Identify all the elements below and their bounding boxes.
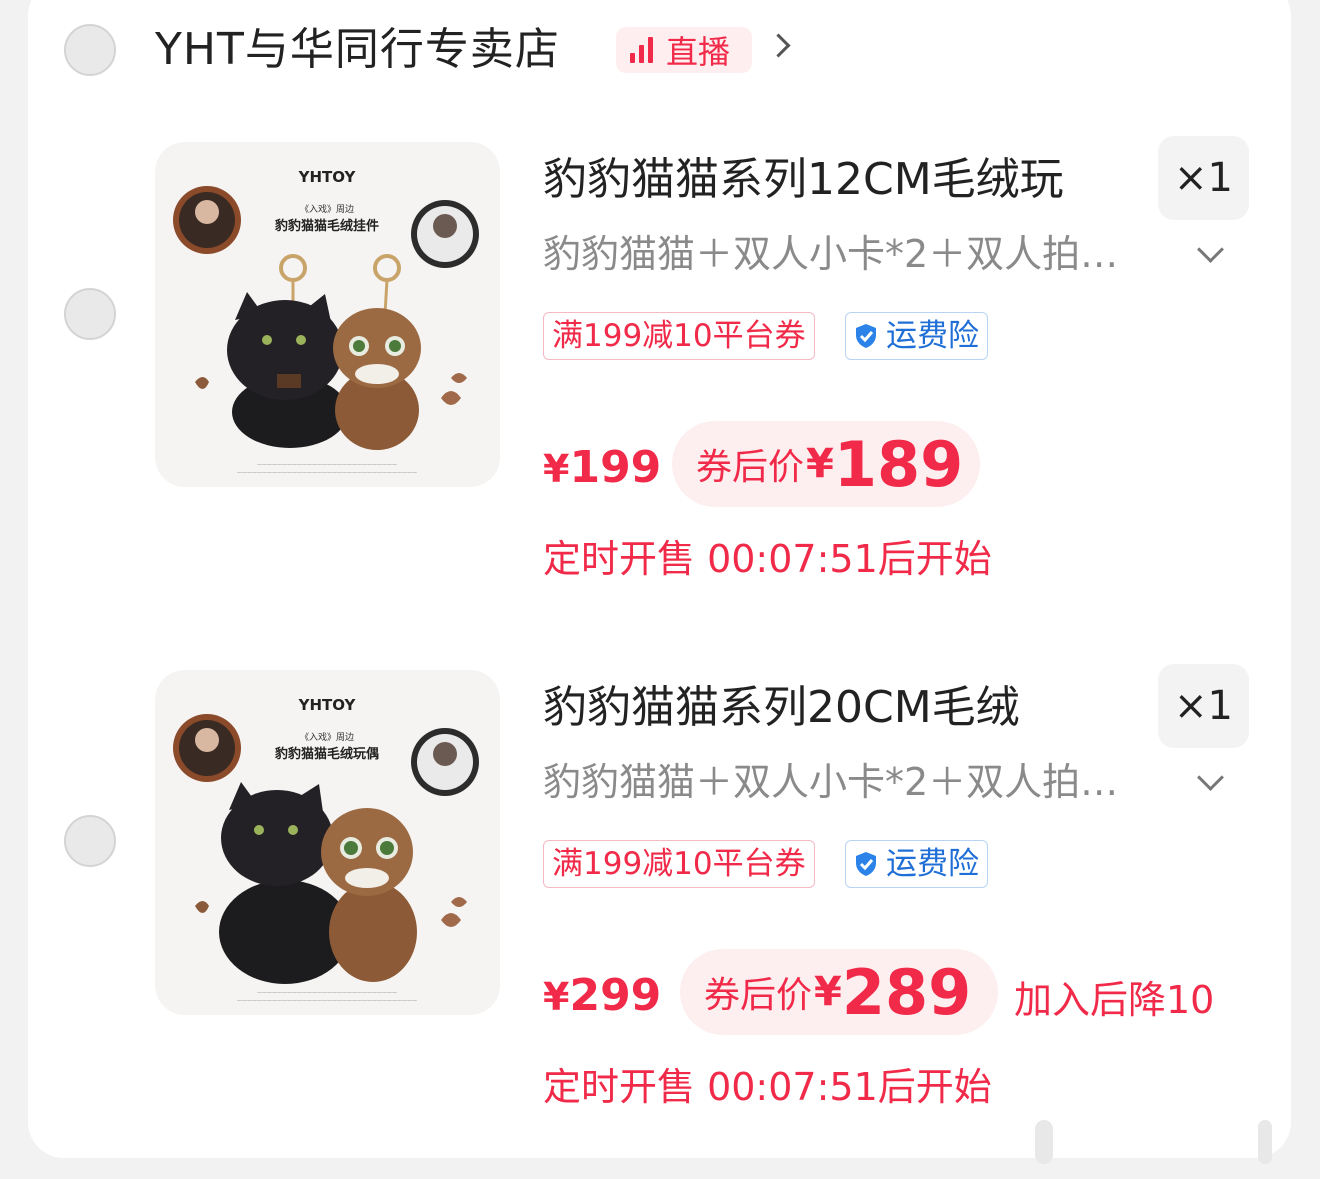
- item-select-radio[interactable]: [64, 288, 116, 340]
- shield-check-icon: [856, 324, 876, 348]
- svg-text:——————————————————————————————: ————————————————————————————————————: [237, 998, 417, 1004]
- thumb-brand: YHTOY: [298, 696, 357, 714]
- svg-text:——————————————————————————————: ————————————————————————————————————: [237, 470, 417, 476]
- quantity-stepper[interactable]: ×1: [1158, 664, 1249, 748]
- after-coupon-price-badge: 券后价 ¥ 189: [672, 421, 980, 507]
- store-name[interactable]: YHT与华同行专卖店: [155, 22, 560, 78]
- sale-timer: 定时开售 00:07:51后开始: [543, 537, 992, 581]
- item-price: ¥299: [543, 970, 662, 1021]
- live-label: 直播: [666, 33, 731, 71]
- scroll-indicator: [1258, 1120, 1272, 1164]
- item-select-radio[interactable]: [64, 815, 116, 867]
- item-title[interactable]: 豹豹猫猫系列12CM毛绒玩: [543, 152, 1064, 208]
- thumb-line2: 豹豹猫猫毛绒挂件: [274, 218, 379, 234]
- thumb-brand: YHTOY: [298, 168, 357, 186]
- shipping-insurance-label: 运费险: [886, 846, 979, 882]
- svg-text:————————————————————————————: ————————————————————————————: [257, 462, 397, 468]
- shipping-insurance-tag: 运费险: [845, 840, 988, 888]
- store-select-radio[interactable]: [64, 24, 116, 76]
- after-coupon-price: 189: [833, 427, 964, 501]
- variant-selector[interactable]: 豹豹猫猫＋双人小卡*2＋双人拍…: [543, 229, 1118, 279]
- scroll-indicator: [1035, 1120, 1053, 1164]
- coupon-tag: 满199减10平台券: [543, 840, 815, 888]
- live-badge[interactable]: 直播: [616, 27, 752, 73]
- price-drop-note: 加入后降10: [1014, 978, 1215, 1022]
- after-coupon-price: 289: [841, 955, 972, 1029]
- item-price: ¥199: [543, 442, 662, 493]
- variant-selector[interactable]: 豹豹猫猫＋双人小卡*2＋双人拍…: [543, 757, 1118, 807]
- shipping-insurance-tag: 运费险: [845, 312, 988, 360]
- after-coupon-price-badge: 券后价 ¥ 289: [680, 949, 998, 1035]
- product-thumbnail[interactable]: YHTOY 《入戏》周边 豹豹猫猫毛绒玩偶 ——————————————————…: [155, 670, 500, 1015]
- sale-timer: 定时开售 00:07:51后开始: [543, 1065, 992, 1109]
- thumb-line2: 豹豹猫猫毛绒玩偶: [274, 746, 379, 762]
- shipping-insurance-label: 运费险: [886, 318, 979, 354]
- thumb-line1: 《入戏》周边: [300, 731, 354, 743]
- after-coupon-label: 券后价: [704, 975, 813, 1016]
- item-title[interactable]: 豹豹猫猫系列20CM毛绒: [543, 680, 1020, 736]
- after-coupon-label: 券后价: [696, 447, 805, 488]
- live-bars-icon: [628, 35, 658, 65]
- coupon-tag: 满199减10平台券: [543, 312, 815, 360]
- svg-text:————————————————————————————: ————————————————————————————: [257, 990, 397, 996]
- shield-check-icon: [856, 852, 876, 876]
- quantity-stepper[interactable]: ×1: [1158, 136, 1249, 220]
- product-thumbnail[interactable]: YHTOY 《入戏》周边 豹豹猫猫毛绒挂件 ——————————————————…: [155, 142, 500, 487]
- thumb-line1: 《入戏》周边: [300, 203, 354, 215]
